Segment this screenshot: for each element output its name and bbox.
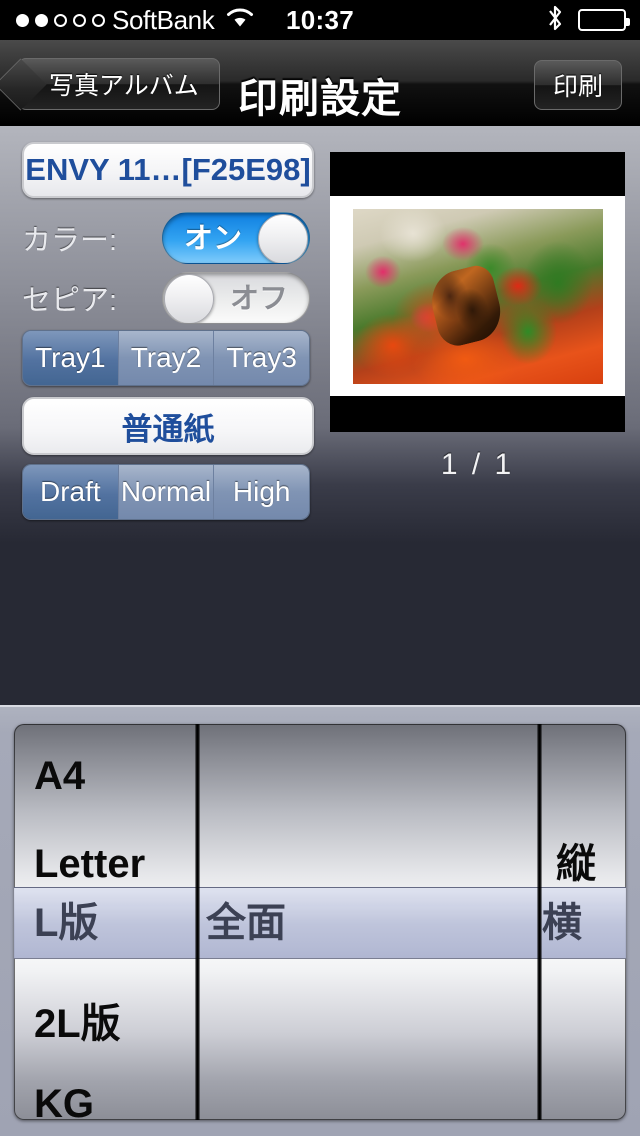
quality-option-normal[interactable]: Normal: [118, 465, 215, 519]
butterfly-shape: [425, 261, 507, 350]
bluetooth-icon: [546, 4, 564, 37]
print-preview[interactable]: [330, 152, 625, 432]
battery-icon: [578, 9, 630, 31]
tray-option-3[interactable]: Tray3: [214, 331, 309, 385]
tray-segmented-control[interactable]: Tray1 Tray2 Tray3: [22, 330, 310, 386]
preview-photo: [353, 209, 603, 384]
picker-item-kg[interactable]: KG: [14, 1060, 196, 1120]
navigation-bar: 写真アルバム 印刷設定 印刷: [0, 40, 640, 126]
sepia-label: セピア:: [22, 285, 118, 317]
picker-wheel[interactable]: A4 Letter 2L版 KG 縦: [14, 724, 626, 1120]
quality-option-draft[interactable]: Draft: [23, 465, 119, 519]
picker-item-2l[interactable]: 2L版: [14, 980, 196, 1068]
status-bar-right: [546, 4, 630, 37]
quality-option-high[interactable]: High: [214, 465, 309, 519]
picker-item-a4[interactable]: A4: [14, 732, 196, 820]
quality-segmented-control[interactable]: Draft Normal High: [22, 464, 310, 520]
printer-name-label: ENVY 11…[F25E98]: [25, 152, 311, 187]
color-toggle-knob: [258, 214, 308, 263]
printer-select-button[interactable]: ENVY 11…[F25E98]: [22, 142, 314, 198]
page-indicator: 1 / 1: [440, 448, 515, 481]
sepia-toggle-state: オフ: [229, 283, 288, 315]
status-bar: SoftBank 10:37: [0, 0, 640, 40]
sepia-setting-row: セピア: オフ: [22, 272, 310, 324]
status-bar-clock: 10:37: [286, 4, 354, 35]
color-toggle-state: オン: [183, 223, 242, 255]
color-label: カラー:: [22, 225, 118, 257]
picker-selected-orientation[interactable]: 横: [542, 887, 582, 959]
settings-panel: ENVY 11…[F25E98] カラー: オン セピア: オフ Tray1 T…: [0, 126, 640, 705]
paper-type-label: 普通紙: [121, 411, 215, 447]
preview-paper-sheet: [330, 196, 625, 396]
color-setting-row: カラー: オン: [22, 212, 310, 264]
tray-option-1[interactable]: Tray1: [23, 331, 119, 385]
picker-selected-paper-size[interactable]: L版: [34, 887, 98, 959]
color-toggle[interactable]: オン: [162, 212, 310, 264]
sepia-toggle[interactable]: オフ: [162, 272, 310, 324]
picker-divider-1: [195, 724, 200, 1120]
sepia-toggle-knob: [164, 274, 214, 323]
picker-selected-layout[interactable]: 全面: [206, 887, 286, 959]
picker-container[interactable]: A4 Letter 2L版 KG 縦 L版 全面 横: [0, 705, 640, 1136]
paper-type-button[interactable]: 普通紙: [22, 397, 314, 455]
tray-option-2[interactable]: Tray2: [118, 331, 215, 385]
print-button-label: 印刷: [552, 73, 603, 101]
print-button[interactable]: 印刷: [533, 60, 622, 110]
